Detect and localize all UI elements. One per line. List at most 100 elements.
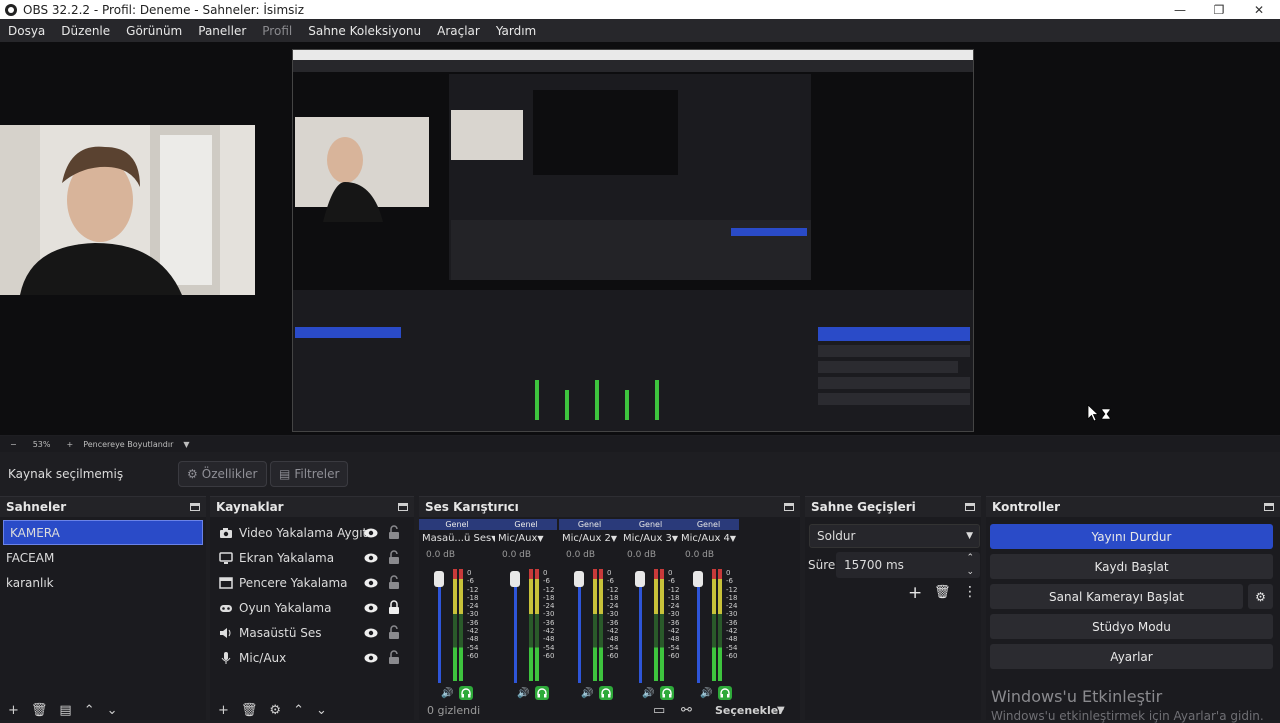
lock-open-icon[interactable]: [388, 625, 400, 639]
eye-icon[interactable]: [364, 551, 378, 565]
volume-slider-track[interactable]: [578, 579, 581, 683]
volume-slider-handle[interactable]: [693, 571, 703, 587]
eye-icon[interactable]: [364, 526, 378, 540]
eye-icon[interactable]: [364, 576, 378, 590]
channel-name[interactable]: Masaü...ü Ses ▼: [419, 530, 495, 547]
scene-item-karanlik[interactable]: karanlık: [0, 570, 206, 595]
menu-yardim[interactable]: Yardım: [488, 24, 544, 38]
meter-scale-tick: -54: [607, 643, 619, 652]
channel-name[interactable]: Mic/Aux 3 ▼: [620, 530, 681, 547]
settings-button[interactable]: Ayarlar: [990, 644, 1273, 669]
menu-paneller[interactable]: Paneller: [190, 24, 254, 38]
add-transition-icon[interactable]: +: [908, 583, 922, 603]
source-item[interactable]: Mic/Aux: [210, 645, 414, 670]
menu-dosya[interactable]: Dosya: [0, 24, 53, 38]
chevron-down-icon[interactable]: ▼: [730, 534, 736, 543]
channel-name[interactable]: Mic/Aux 4 ▼: [678, 530, 739, 547]
menu-sahne-koleksiyonu[interactable]: Sahne Koleksiyonu: [300, 24, 429, 38]
preview-canvas[interactable]: [0, 42, 1280, 435]
lock-closed-icon[interactable]: [388, 600, 400, 614]
headphone-monitor-icon[interactable]: [660, 686, 675, 700]
scene-item-faceam[interactable]: FACEAM: [0, 545, 206, 570]
volume-slider-track[interactable]: [514, 579, 517, 683]
remove-scene-icon[interactable]: 🗑: [31, 703, 48, 718]
chevron-down-icon[interactable]: ▼: [537, 534, 543, 543]
link-icon[interactable]: ⚯: [681, 703, 692, 718]
add-source-icon[interactable]: +: [218, 703, 229, 718]
minimize-button[interactable]: —: [1160, 0, 1200, 19]
eye-icon[interactable]: [364, 626, 378, 640]
eye-icon[interactable]: [364, 601, 378, 615]
mute-speaker-icon[interactable]: 🔊: [581, 688, 593, 699]
undock-icon[interactable]: [784, 503, 794, 511]
mute-speaker-icon[interactable]: 🔊: [700, 688, 712, 699]
menu-gorunum[interactable]: Görünüm: [118, 24, 190, 38]
lock-open-icon[interactable]: [388, 650, 400, 664]
volume-slider-handle[interactable]: [510, 571, 520, 587]
volume-slider-handle[interactable]: [434, 571, 444, 587]
eye-icon[interactable]: [364, 651, 378, 665]
scene-filters-icon[interactable]: ▤: [59, 703, 71, 718]
source-item[interactable]: Masaüstü Ses: [210, 620, 414, 645]
undock-icon[interactable]: [1264, 503, 1274, 511]
stop-streaming-button[interactable]: Yayını Durdur: [990, 524, 1273, 549]
zoom-out-button[interactable]: −: [10, 440, 17, 449]
mute-speaker-icon[interactable]: 🔊: [517, 688, 529, 699]
volume-slider-track[interactable]: [438, 579, 441, 683]
audio-level-meter: [529, 569, 533, 681]
lock-open-icon[interactable]: [388, 575, 400, 589]
move-up-icon[interactable]: ⌃: [84, 703, 95, 718]
source-item[interactable]: Video Yakalama Aygıtı: [210, 520, 414, 545]
undock-icon[interactable]: [398, 503, 408, 511]
menu-araclar[interactable]: Araçlar: [429, 24, 488, 38]
maximize-button[interactable]: ❐: [1199, 0, 1239, 19]
menu-duzenle[interactable]: Düzenle: [53, 24, 118, 38]
move-up-icon[interactable]: ⌃: [293, 703, 304, 718]
start-virtual-camera-button[interactable]: Sanal Kamerayı Başlat: [990, 584, 1243, 609]
scene-item-kamera[interactable]: KAMERA: [3, 520, 203, 545]
chevron-down-icon[interactable]: ▼: [611, 534, 617, 543]
more-options-icon[interactable]: ⋮: [963, 584, 977, 600]
transition-select[interactable]: Soldur ▼: [809, 524, 980, 548]
filters-button[interactable]: ▤ Filtreler: [270, 461, 349, 487]
remove-transition-icon[interactable]: 🗑: [934, 585, 951, 600]
studio-mode-button[interactable]: Stüdyo Modu: [990, 614, 1273, 639]
source-settings-icon[interactable]: ⚙: [269, 703, 281, 718]
spin-down-icon[interactable]: ⌄: [966, 559, 974, 585]
start-recording-button[interactable]: Kaydı Başlat: [990, 554, 1273, 579]
mute-speaker-icon[interactable]: 🔊: [642, 688, 654, 699]
headphone-monitor-icon[interactable]: [535, 686, 550, 700]
menu-profil[interactable]: Profil: [254, 24, 300, 38]
mute-speaker-icon[interactable]: 🔊: [441, 688, 453, 699]
mixer-options-button[interactable]: Seçenekler: [715, 704, 784, 717]
add-scene-icon[interactable]: +: [8, 703, 19, 718]
remove-source-icon[interactable]: 🗑: [241, 703, 258, 718]
channel-name[interactable]: Mic/Aux ▼: [495, 530, 557, 547]
move-down-icon[interactable]: ⌄: [316, 703, 327, 718]
volume-slider-handle[interactable]: [635, 571, 645, 587]
zoom-dropdown-icon[interactable]: ▼: [183, 440, 189, 449]
chevron-down-icon[interactable]: ▼: [777, 705, 785, 716]
close-button[interactable]: ✕: [1239, 0, 1279, 19]
volume-slider-track[interactable]: [697, 579, 700, 683]
channel-name[interactable]: Mic/Aux 2 ▼: [559, 530, 620, 547]
duration-spinbox[interactable]: 15700 ms ⌃ ⌄: [836, 552, 980, 578]
source-item[interactable]: Pencere Yakalama: [210, 570, 414, 595]
properties-button[interactable]: ⚙ Özellikler: [178, 461, 267, 487]
volume-slider-handle[interactable]: [574, 571, 584, 587]
source-item[interactable]: Ekran Yakalama: [210, 545, 414, 570]
zoom-mode-label[interactable]: Pencereye Boyutlandır: [83, 440, 173, 449]
zoom-in-button[interactable]: +: [66, 440, 73, 449]
lock-open-icon[interactable]: [388, 550, 400, 564]
mixer-layout-icon[interactable]: ▭: [653, 703, 665, 718]
lock-open-icon[interactable]: [388, 525, 400, 539]
source-item[interactable]: Oyun Yakalama: [210, 595, 414, 620]
virtual-camera-settings-button[interactable]: ⚙: [1248, 584, 1273, 609]
headphone-monitor-icon[interactable]: [459, 686, 474, 700]
headphone-monitor-icon[interactable]: [718, 686, 733, 700]
volume-slider-track[interactable]: [639, 579, 642, 683]
undock-icon[interactable]: [965, 503, 975, 511]
headphone-monitor-icon[interactable]: [599, 686, 614, 700]
undock-icon[interactable]: [190, 503, 200, 511]
move-down-icon[interactable]: ⌄: [107, 703, 118, 718]
